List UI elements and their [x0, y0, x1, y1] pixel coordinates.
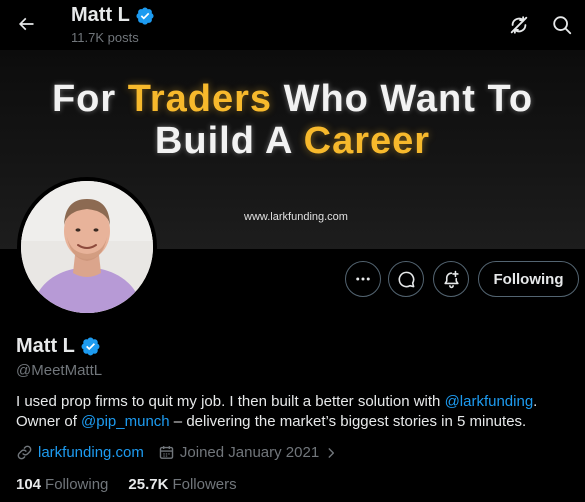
search-button[interactable] — [548, 11, 576, 39]
banner-headline-line1: For Traders Who Want To — [0, 78, 585, 121]
banner-headline-line2: Build A Career — [0, 120, 585, 163]
joined-date: Joined January 2021 — [179, 444, 320, 461]
banner-accent-text: Career — [303, 120, 431, 162]
joined-item[interactable]: Joined January 2021 — [158, 444, 338, 461]
profile-name: Matt L — [16, 335, 101, 358]
bio-text: I used prop firms to quit my job. I then… — [16, 393, 445, 410]
profile-bio: I used prop firms to quit my job. I then… — [16, 392, 581, 432]
banner-accent-text: Traders — [127, 78, 273, 120]
posts-count: 11.7K posts — [71, 30, 139, 45]
chevron-right-icon — [328, 447, 335, 458]
header-name-text: Matt L — [71, 4, 130, 26]
bio-mention-pip-munch[interactable]: @pip_munch — [81, 413, 170, 430]
following-button[interactable]: Following — [478, 261, 579, 297]
sync-slash-icon — [510, 16, 528, 34]
header-name: Matt L — [71, 4, 155, 27]
more-icon — [356, 277, 370, 281]
profile-handle: @MeetMattL — [16, 362, 103, 379]
avatar-photo — [21, 181, 153, 313]
website-item: larkfunding.com — [16, 444, 144, 461]
followers-count: 25.7K — [128, 476, 169, 493]
banner-text: Build A — [154, 120, 304, 162]
link-icon — [17, 445, 32, 460]
banner-text: Who Want To — [272, 78, 534, 120]
bio-mention-larkfunding[interactable]: @larkfunding — [445, 393, 534, 410]
message-button[interactable] — [388, 261, 424, 297]
profile-meta: larkfunding.com Joined January 2021 — [16, 444, 338, 461]
more-button[interactable] — [345, 261, 381, 297]
banner-text: For — [51, 78, 128, 120]
arrow-left-icon — [18, 17, 34, 31]
search-icon — [553, 16, 572, 35]
profile-name-text: Matt L — [16, 335, 75, 357]
following-label: Following — [45, 476, 109, 493]
avatar[interactable] — [17, 177, 157, 317]
followers-count-link[interactable]: 25.7K Followers — [128, 476, 236, 493]
profile-stats: 104 Following 25.7K Followers — [16, 476, 237, 493]
followers-label: Followers — [172, 476, 237, 493]
following-count-link[interactable]: 104 Following — [16, 476, 108, 493]
following-count: 104 — [16, 476, 42, 493]
sync-slash-button[interactable] — [505, 11, 533, 39]
back-button[interactable] — [11, 9, 41, 39]
top-bar: Matt L 11.7K posts — [0, 0, 585, 50]
verified-badge-icon — [136, 6, 154, 25]
notify-button[interactable] — [433, 261, 469, 297]
website-link[interactable]: larkfunding.com — [38, 444, 144, 461]
message-icon — [398, 271, 414, 287]
verified-badge-icon — [81, 337, 100, 356]
calendar-icon — [159, 446, 174, 459]
bell-plus-icon — [443, 270, 459, 288]
bio-text: – delivering the market’s biggest storie… — [169, 413, 527, 430]
